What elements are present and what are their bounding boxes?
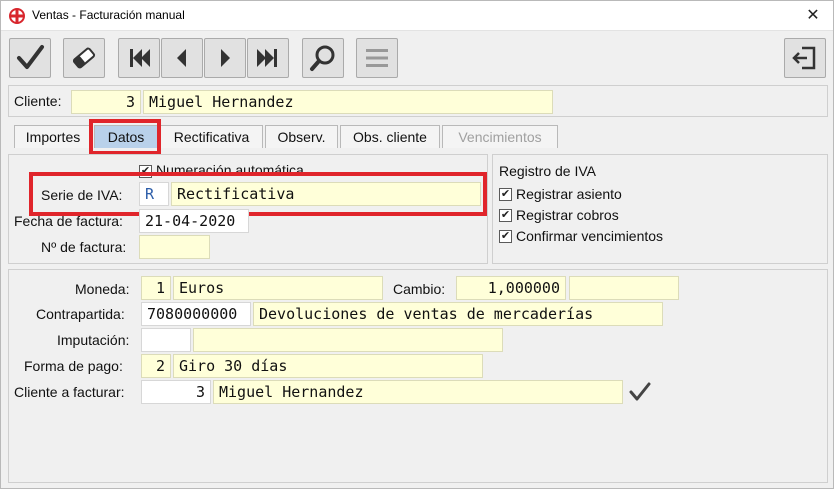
- app-window: Ventas - Facturación manual ✕ Cliente: 3…: [0, 0, 834, 489]
- window-title: Ventas - Facturación manual: [32, 8, 185, 22]
- highlight-datos-tab: [89, 119, 161, 155]
- moneda-name-field[interactable]: Euros: [173, 276, 383, 300]
- forma-pago-code-field[interactable]: 2: [141, 354, 171, 378]
- registrar-cobros-label: Registrar cobros: [516, 207, 619, 223]
- prev-record-button[interactable]: [161, 38, 203, 78]
- confirmar-vencimientos-label: Confirmar vencimientos: [516, 228, 664, 244]
- last-record-button[interactable]: [247, 38, 289, 78]
- nfactura-label: Nº de factura:: [41, 239, 127, 255]
- forma-pago-name-field[interactable]: Giro 30 días: [173, 354, 483, 378]
- registrar-asiento-label: Registrar asiento: [516, 186, 622, 202]
- search-icon: [310, 45, 335, 71]
- title-bar: Ventas - Facturación manual ✕: [1, 1, 833, 31]
- next-icon: [221, 49, 230, 67]
- cambio-field[interactable]: 1,000000: [456, 276, 566, 300]
- cambio-extra-field[interactable]: [569, 276, 679, 300]
- registrar-cobros-checkbox[interactable]: ✔: [499, 209, 512, 222]
- contrapartida-label: Contrapartida:: [36, 306, 125, 322]
- imputacion-name-field[interactable]: [193, 328, 503, 352]
- imputacion-code-field[interactable]: [141, 328, 191, 352]
- menu-icon: [366, 49, 388, 67]
- imputacion-label: Imputación:: [57, 332, 130, 348]
- first-record-button[interactable]: [118, 38, 160, 78]
- cambio-label: Cambio:: [393, 281, 446, 297]
- fecha-field[interactable]: 21-04-2020: [139, 209, 249, 233]
- cliente-facturar-name-field[interactable]: Miguel Hernandez: [213, 380, 623, 404]
- confirmar-vencimientos-checkbox[interactable]: ✔: [499, 230, 512, 243]
- client-label: Cliente:: [14, 93, 62, 109]
- search-button[interactable]: [302, 38, 344, 78]
- eraser-icon: [72, 47, 96, 69]
- prev-icon: [177, 49, 186, 67]
- registro-iva-title: Registro de IVA: [499, 163, 597, 179]
- tab-importes[interactable]: Importes: [14, 125, 92, 148]
- cliente-facturar-code-field[interactable]: 3: [141, 380, 211, 404]
- contrapartida-code-field[interactable]: 7080000000: [141, 302, 251, 326]
- tab-obs-cliente[interactable]: Obs. cliente: [340, 125, 440, 148]
- last-icon: [257, 49, 277, 67]
- clear-button[interactable]: [63, 38, 105, 78]
- contrapartida-name-field[interactable]: Devoluciones de ventas de mercaderías: [253, 302, 663, 326]
- app-logo-icon: [9, 8, 25, 24]
- client-name-field[interactable]: Miguel Hernandez: [143, 90, 553, 114]
- first-icon: [130, 49, 150, 67]
- accept-button[interactable]: [9, 38, 51, 78]
- moneda-label: Moneda:: [75, 281, 130, 297]
- exit-icon: [792, 46, 816, 70]
- highlight-serie-iva: [29, 172, 487, 216]
- client-code-field[interactable]: 3: [71, 90, 141, 114]
- menu-button[interactable]: [356, 38, 398, 78]
- next-record-button[interactable]: [204, 38, 246, 78]
- cliente-facturar-label: Cliente a facturar:: [14, 384, 125, 400]
- moneda-code-field[interactable]: 1: [141, 276, 171, 300]
- close-button[interactable]: ✕: [793, 1, 833, 31]
- fecha-label: Fecha de factura:: [14, 213, 123, 229]
- registrar-asiento-checkbox[interactable]: ✔: [499, 188, 512, 201]
- tab-rectificativa[interactable]: Rectificativa: [160, 125, 263, 148]
- forma-pago-label: Forma de pago:: [24, 358, 123, 374]
- nfactura-field[interactable]: [139, 235, 210, 259]
- tab-vencimientos: Vencimientos: [442, 125, 558, 148]
- check-icon: [17, 45, 44, 69]
- tab-observ[interactable]: Observ.: [265, 125, 338, 148]
- validated-check-icon: [629, 382, 651, 401]
- exit-button[interactable]: [784, 38, 826, 78]
